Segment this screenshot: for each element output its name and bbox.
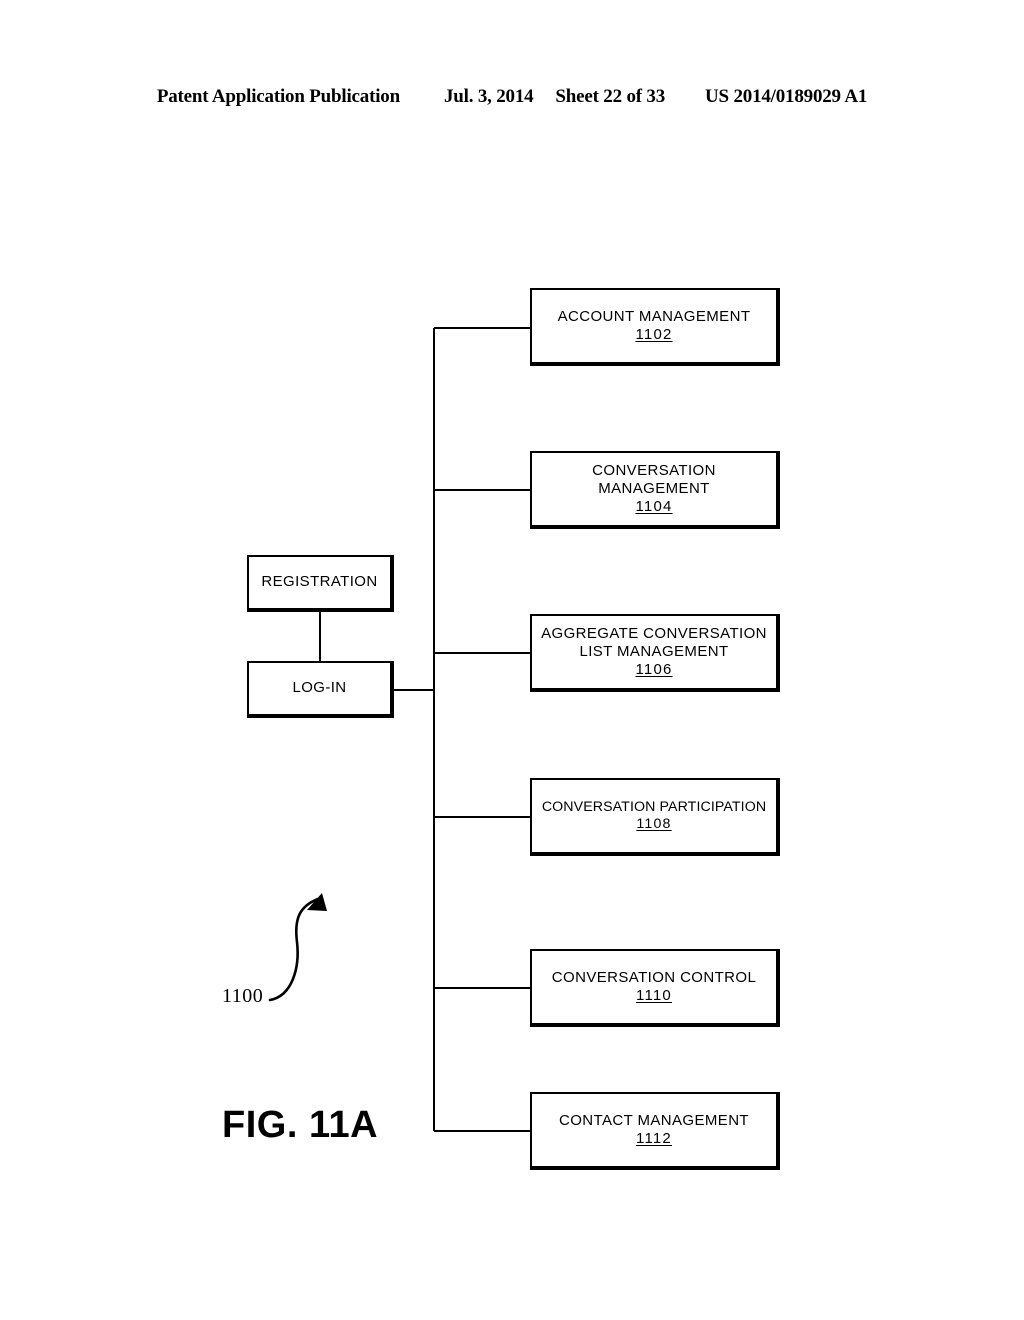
node-login: LOG-IN (247, 661, 394, 718)
node-contact-management-ref: 1112 (636, 1130, 672, 1147)
node-conversation-management-label-line1: CONVERSATION (592, 461, 716, 479)
figure-caption: FIG. 11A (222, 1104, 379, 1146)
node-account-management-label: ACCOUNT MANAGEMENT (557, 307, 751, 325)
node-conversation-management: CONVERSATION MANAGEMENT 1104 (530, 451, 780, 529)
block-diagram: REGISTRATION LOG-IN ACCOUNT MANAGEMENT 1… (0, 0, 1024, 1320)
node-conversation-control-label: CONVERSATION CONTROL (551, 968, 757, 986)
leader-arrow-curve (268, 897, 320, 1002)
node-conversation-management-label-line2: MANAGEMENT (598, 479, 710, 497)
figure-reference-numeral: 1100 (222, 985, 264, 1007)
node-aggregate-conversation-list-management-label-line2: LIST MANAGEMENT (579, 642, 729, 660)
node-account-management-ref: 1102 (635, 326, 673, 343)
node-conversation-control: CONVERSATION CONTROL 1110 (530, 949, 780, 1027)
connector-lines (268, 326, 530, 1133)
node-contact-management: CONTACT MANAGEMENT 1112 (530, 1092, 780, 1170)
node-aggregate-conversation-list-management-label-line1: AGGREGATE CONVERSATION (541, 624, 767, 642)
node-aggregate-conversation-list-management-ref: 1106 (635, 661, 673, 679)
node-conversation-control-ref: 1110 (636, 987, 672, 1004)
node-conversation-management-ref: 1104 (635, 498, 673, 516)
node-conversation-participation-ref: 1108 (636, 816, 672, 832)
node-aggregate-conversation-list-management: AGGREGATE CONVERSATION LIST MANAGEMENT 1… (530, 614, 780, 692)
node-account-management: ACCOUNT MANAGEMENT 1102 (530, 288, 780, 366)
node-conversation-participation: CONVERSATION PARTICIPATION 1108 (530, 778, 780, 856)
node-login-label: LOG-IN (292, 679, 347, 697)
node-contact-management-label: CONTACT MANAGEMENT (559, 1111, 749, 1129)
node-registration-label: REGISTRATION (261, 573, 378, 591)
node-conversation-participation-label: CONVERSATION PARTICIPATION (541, 798, 767, 815)
node-registration: REGISTRATION (247, 555, 394, 612)
